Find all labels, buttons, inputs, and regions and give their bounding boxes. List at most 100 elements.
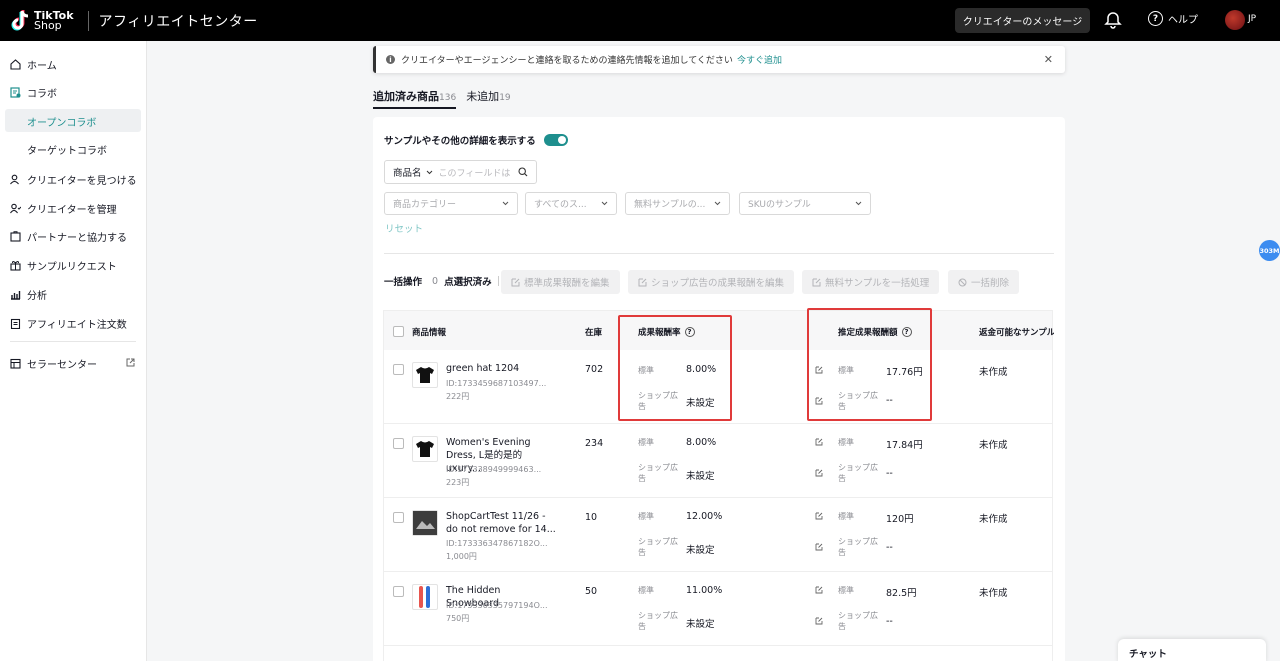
edit-standard-commission-button[interactable]: 標準成果報酬を編集: [501, 270, 620, 294]
sidebar-label-partners: パートナーと協力する: [27, 233, 127, 244]
sidebar-divider: [10, 341, 136, 342]
edit-icon[interactable]: [815, 543, 823, 551]
search-input[interactable]: このフィールドは: [439, 166, 511, 179]
language-label[interactable]: JP: [1248, 14, 1256, 24]
shop-ads-label: ショップ広告: [838, 536, 878, 558]
sidebar-item-analytics[interactable]: 分析: [10, 287, 47, 302]
table-row: ShopCartTest 11/26 - do not remove for 1…: [383, 498, 1053, 572]
prohibit-icon: [958, 278, 967, 286]
bulk-free-sample-button[interactable]: 無料サンプルを一括処理: [802, 270, 940, 294]
shop-ads-label-line2: 告: [638, 622, 646, 631]
edit-icon[interactable]: [815, 586, 823, 594]
row-checkbox[interactable]: [393, 586, 404, 597]
header-refundable-sample: 返金可能なサンプル: [979, 328, 1054, 338]
floating-badge[interactable]: 303M: [1259, 240, 1280, 261]
product-name[interactable]: green hat 1204: [446, 362, 556, 375]
standard-rate: 8.00%: [686, 437, 717, 448]
table-row: The Hidden Snowboard ID:173336335797194О…: [383, 572, 1053, 646]
selected-count: 0: [432, 275, 439, 287]
panel-divider: [384, 253, 1054, 254]
edit-shop-ads-commission-button[interactable]: ショップ広告の成果報酬を編集: [628, 270, 795, 294]
product-price: 750円: [446, 614, 470, 623]
tshirt-icon: [416, 367, 434, 383]
bulk-delete-button[interactable]: 一括削除: [948, 270, 1020, 294]
row-checkbox[interactable]: [393, 512, 404, 523]
add-now-link[interactable]: 今すぐ追加: [737, 53, 782, 66]
product-tabs: 追加済み商品136 未追加19: [373, 88, 511, 109]
sidebar-item-open-collab[interactable]: オープンコラボ: [27, 114, 96, 129]
search-field-select[interactable]: 商品名: [385, 165, 439, 179]
tab-added-products[interactable]: 追加済み商品136: [373, 88, 457, 109]
standard-rate: 12.00%: [686, 511, 723, 522]
search-icon[interactable]: [518, 167, 528, 177]
shop-ads-label: ショップ広告: [638, 462, 678, 484]
details-toggle-row: サンプルやその他の詳細を表示する: [384, 133, 568, 147]
tiktok-shop-logo[interactable]: TikTok Shop: [10, 9, 74, 33]
sidebar-item-collab[interactable]: コラボ: [10, 85, 57, 100]
snowboard-icon: [419, 586, 430, 608]
edit-icon: [638, 278, 647, 286]
edit-icon[interactable]: [815, 617, 823, 625]
avatar[interactable]: [1225, 10, 1245, 30]
status-filter[interactable]: すべてのス...: [525, 192, 617, 215]
row-checkbox[interactable]: [393, 364, 404, 375]
sku-sample-filter-label: SKUのサンプル: [748, 200, 811, 210]
sidebar-label-seller-center: セラーセンター: [27, 360, 97, 371]
people-icon: [10, 203, 21, 214]
est-shop-ads-commission: --: [886, 616, 893, 627]
tiktok-logo-icon: [11, 9, 29, 30]
creator-messages-button[interactable]: クリエイターのメッセージ: [955, 8, 1090, 33]
gift-icon: [10, 261, 21, 271]
table-row: [383, 646, 1053, 661]
sku-sample-filter[interactable]: SKUのサンプル: [739, 192, 871, 215]
sidebar-item-home[interactable]: ホーム: [10, 57, 57, 72]
help-button[interactable]: ? ヘルプ: [1148, 11, 1198, 26]
details-toggle[interactable]: [543, 134, 568, 146]
sidebar-label-analytics: 分析: [27, 291, 47, 302]
sidebar-item-find-creators[interactable]: クリエイターを見つける: [10, 172, 137, 187]
standard-label: 標準: [838, 512, 854, 521]
chat-button[interactable]: チャット: [1118, 639, 1266, 661]
product-id: ID:173336347867182О...: [446, 539, 548, 548]
sidebar-item-partners[interactable]: パートナーと協力する: [10, 229, 127, 244]
shop-ads-label-line2: 告: [838, 548, 846, 557]
reset-filters-link[interactable]: リセット: [385, 221, 423, 235]
sidebar-item-seller-center[interactable]: セラーセンター: [10, 356, 97, 371]
edit-icon[interactable]: [815, 512, 823, 520]
row-checkbox[interactable]: [393, 438, 404, 449]
free-sample-filter[interactable]: 無料サンプルの...: [625, 192, 730, 215]
stock-value: 50: [585, 586, 598, 597]
select-all-checkbox[interactable]: [393, 326, 404, 337]
category-filter[interactable]: 商品カテゴリー: [384, 192, 518, 215]
edit-icon[interactable]: [815, 438, 823, 446]
sidebar-label-manage-creators: クリエイターを管理: [27, 205, 117, 216]
tab-not-added[interactable]: 未追加19: [466, 88, 510, 109]
sidebar-item-target-collab[interactable]: ターゲットコラボ: [27, 142, 107, 157]
close-icon[interactable]: ✕: [1044, 53, 1053, 66]
stock-value: 234: [585, 438, 604, 449]
shop-ads-rate: 未設定: [686, 471, 715, 482]
standard-label: 標準: [638, 586, 654, 595]
product-thumbnail[interactable]: [412, 584, 438, 610]
external-link-icon[interactable]: [126, 358, 135, 367]
tshirt-icon: [416, 441, 434, 457]
shop-ads-label: ショップ広告: [638, 536, 678, 558]
product-thumbnail[interactable]: [412, 362, 438, 388]
product-price: 222円: [446, 392, 470, 401]
top-bar: TikTok Shop アフィリエイトセンター クリエイターのメッセージ ? ヘ…: [0, 0, 1280, 41]
header-stock: 在庫: [585, 328, 603, 338]
sidebar-item-manage-creators[interactable]: クリエイターを管理: [10, 201, 117, 216]
notification-bell-icon[interactable]: [1104, 11, 1122, 29]
product-name[interactable]: ShopCartTest 11/26 - do not remove for 1…: [446, 510, 556, 536]
shop-ads-label-line2: 告: [638, 548, 646, 557]
product-thumbnail[interactable]: [412, 510, 438, 536]
product-id: ID:173338949999463...: [446, 465, 542, 474]
standard-label: 標準: [838, 586, 854, 595]
product-thumbnail[interactable]: [412, 436, 438, 462]
edit-icon[interactable]: [815, 469, 823, 477]
clipboard-icon: [10, 318, 21, 329]
sidebar-item-sample-requests[interactable]: サンプルリクエスト: [10, 258, 117, 273]
chevron-down-icon: [502, 201, 509, 206]
sidebar-item-affiliate-orders[interactable]: アフィリエイト注文数: [10, 316, 127, 331]
shop-ads-label-line1: ショップ広: [838, 537, 878, 546]
